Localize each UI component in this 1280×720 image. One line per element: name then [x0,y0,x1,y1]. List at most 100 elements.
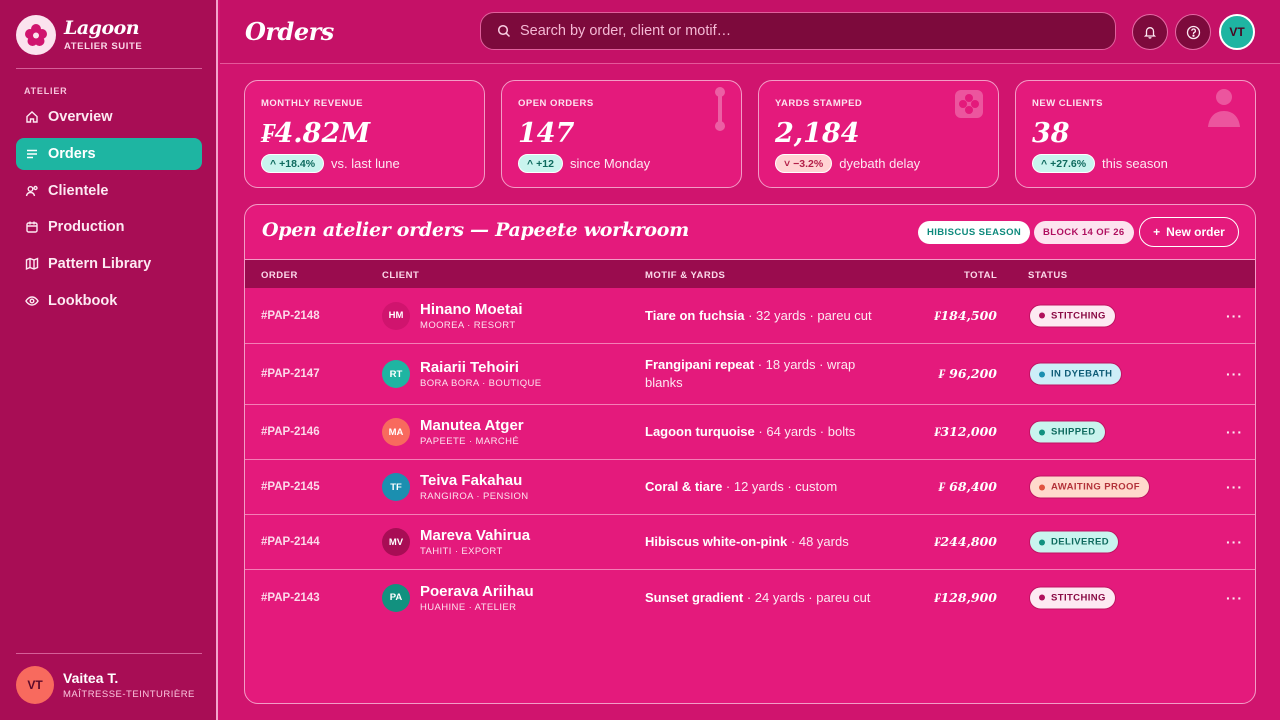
sidebar: Lagoon ATELIER SUITE ATELIER Overview Or… [0,0,218,720]
motif-name: Frangipani repeat [645,357,755,372]
status-dot [1039,429,1045,435]
client-cell: MV Mareva Vahirua TAHITI · EXPORT [382,527,530,557]
order-id[interactable]: #PAP-2148 [261,310,320,322]
list-icon [27,149,37,158]
column-header-total[interactable]: TOTAL [964,270,997,281]
motif-cell: Hibiscus white-on-pink · 48 yards [645,533,885,551]
block-badge: BLOCK 14 OF 26 [1034,221,1134,244]
stat-card-revenue: MONTHLY REVENUE ₣4.82M ^ +18.4% vs. last… [244,80,485,188]
more-icon[interactable]: ··· [1226,308,1243,324]
user-avatar-button[interactable]: VT [1219,14,1255,50]
stat-value: 2,184 [775,118,860,149]
stat-card-open-orders: OPEN ORDERS 147 ^ +12 since Monday [501,80,742,188]
plus-icon: + [1153,225,1161,239]
orders-panel: Open atelier orders — Papeete workroom H… [244,204,1256,704]
notifications-button[interactable] [1132,14,1168,50]
sidebar-item-lookbook[interactable]: Lookbook [16,285,202,317]
order-id[interactable]: #PAP-2145 [261,481,320,493]
arrow-up-icon: ^ [1041,157,1048,170]
sidebar-item-pattern-library[interactable]: Pattern Library [16,248,202,280]
table-row[interactable]: #PAP-2147 RT Raiarii Tehoiri BORA BORA ·… [245,344,1255,405]
client-cell: RT Raiarii Tehoiri BORA BORA · BOUTIQUE [382,359,542,389]
stat-note: vs. last lune [331,156,400,171]
status-label: AWAITING PROOF [1051,481,1140,493]
avatar: MA [382,418,410,446]
order-id[interactable]: #PAP-2143 [261,592,320,604]
user-name: Vaitea T. [63,670,119,686]
column-header-status[interactable]: STATUS [1028,270,1068,281]
table-row[interactable]: #PAP-2148 HM Hinano Moetai MOOREA · RESO… [245,288,1255,344]
stat-value: 147 [518,118,575,149]
stat-label: OPEN ORDERS [518,98,594,109]
stat-note: since Monday [569,156,651,171]
users-icon [25,185,38,196]
home-icon [26,111,38,123]
status-badge: DELIVERED [1029,530,1119,554]
column-header-order[interactable]: ORDER [261,270,298,281]
motif-cell: Sunset gradient · 24 yards · pareu cut [645,589,885,607]
client-name: Mareva Vahirua [420,527,531,544]
search-bar[interactable] [480,12,1116,50]
sidebar-item-label: Production [48,219,125,236]
motif-details: · 48 yards [787,534,849,549]
client-cell: MA Manutea Atger PAPEETE · MARCHÉ [382,417,524,447]
sidebar-item-orders[interactable]: Orders [16,137,202,170]
order-id[interactable]: #PAP-2146 [261,426,320,438]
sidebar-section-label: ATELIER [24,86,68,96]
user-card[interactable]: VT Vaitea T. MAÎTRESSE-TEINTURIÈRE [16,666,195,704]
status-label: STITCHING [1051,310,1106,321]
trend-badge: ^ +27.6% [1032,154,1096,173]
new-order-button[interactable]: + New order [1139,217,1239,247]
more-icon[interactable]: ··· [1226,424,1243,440]
status-dot [1039,312,1045,319]
motif-details: · 32 yards · pareu cut [744,307,872,323]
status-label: STITCHING [1051,592,1106,603]
status-dot [1039,539,1045,545]
status-badge: STITCHING [1029,304,1116,327]
order-id[interactable]: #PAP-2147 [261,368,320,380]
sidebar-item-clientele[interactable]: Clientele [16,175,202,207]
client-name: Poerava Ariihau [420,582,534,600]
table-row[interactable]: #PAP-2145 TF Teiva Fakahau RANGIROA · PE… [245,460,1255,515]
status-dot [1039,594,1045,601]
order-total: ₣184,500 [934,307,997,323]
motif-name: Sunset gradient [645,589,744,605]
help-button[interactable] [1175,14,1211,50]
order-id[interactable]: #PAP-2144 [261,536,320,548]
stat-label: YARDS STAMPED [775,98,863,109]
table-row[interactable]: #PAP-2146 MA Manutea Atger PAPEETE · MAR… [245,405,1255,460]
client-location: HUAHINE · ATELIER [420,601,517,613]
motif-details: · 12 yards · custom [722,479,838,494]
trend-value: +18.4% [279,157,316,170]
user-role: MAÎTRESSE-TEINTURIÈRE [63,689,195,700]
more-icon[interactable]: ··· [1226,590,1243,606]
client-location: RANGIROA · PENSION [420,491,529,502]
calendar-icon [26,221,38,234]
sidebar-item-production[interactable]: Production [16,211,202,243]
table-row[interactable]: #PAP-2143 PA Poerava Ariihau HUAHINE · A… [245,570,1255,625]
brand[interactable]: Lagoon ATELIER SUITE [16,15,142,55]
more-icon[interactable]: ··· [1226,534,1243,550]
stat-note: dyebath delay [839,156,921,171]
trend-value: +27.6% [1050,157,1087,170]
column-header-motif[interactable]: MOTIF & YARDS [645,270,725,281]
arrow-up-icon: ^ [527,157,534,170]
sidebar-item-overview[interactable]: Overview [16,101,202,133]
search-icon [497,24,511,38]
table-row[interactable]: #PAP-2144 MV Mareva Vahirua TAHITI · EXP… [245,515,1255,570]
client-cell: TF Teiva Fakahau RANGIROA · PENSION [382,472,529,502]
client-cell: HM Hinano Moetai MOOREA · RESORT [382,301,523,331]
status-badge: STITCHING [1029,586,1116,609]
avatar: PA [382,583,410,612]
client-name: Hinano Moetai [420,300,523,318]
more-icon[interactable]: ··· [1226,366,1243,382]
column-header-client[interactable]: CLIENT [382,270,419,281]
motif-name: Coral & tiare [645,479,723,494]
order-total: ₣128,900 [934,589,997,605]
status-label: DELIVERED [1051,536,1109,548]
search-input[interactable] [520,23,1080,39]
order-total: ₣244,800 [934,534,997,549]
avatar: HM [382,301,410,330]
more-icon[interactable]: ··· [1226,479,1243,495]
stat-note: this season [1102,156,1168,171]
